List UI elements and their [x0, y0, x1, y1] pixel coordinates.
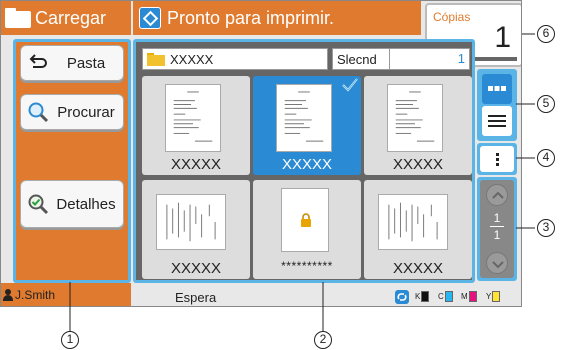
ink-level-c: C — [438, 291, 453, 302]
thumbnail-name: ********** — [281, 259, 333, 273]
status-bar: Espera K C M Y — [131, 287, 521, 306]
grid-view-icon — [488, 86, 506, 91]
printer-status-icon[interactable] — [139, 7, 161, 29]
view-mode-toggle — [477, 69, 517, 141]
job-thumbnail-locked[interactable]: ********** — [253, 180, 361, 279]
title-bar-left: Carregar — [1, 1, 131, 35]
search-button[interactable]: Procurar — [20, 94, 124, 130]
thumbnail-name: XXXXX — [392, 260, 444, 277]
callout-6: 6 — [537, 25, 555, 43]
callout-2: 2 — [314, 331, 332, 349]
callout-5: 5 — [537, 95, 555, 113]
document-preview — [378, 194, 448, 250]
current-page: 1 — [493, 211, 501, 225]
screen: Carregar Pronto para imprimir. Cópias 1 … — [0, 0, 522, 307]
thumbnail-name: XXXXX — [170, 260, 222, 277]
checkmark-icon — [342, 77, 358, 93]
screen-title: Carregar — [35, 7, 107, 28]
person-icon — [3, 289, 13, 301]
list-view-button[interactable] — [482, 106, 512, 136]
selected-count: Slecnd 1 — [332, 48, 470, 70]
document-preview — [387, 84, 443, 152]
list-view-icon — [488, 115, 506, 127]
selected-count-label: Slecnd — [337, 52, 377, 67]
back-arrow-icon — [27, 52, 49, 74]
printer-state: Espera — [175, 290, 217, 305]
folder-icon — [5, 8, 31, 28]
folder-button-label: Pasta — [66, 54, 106, 72]
document-preview — [276, 84, 332, 152]
more-menu-area — [477, 143, 517, 175]
pagination-area: 1 1 — [477, 177, 517, 281]
page-indicator: 1 1 — [480, 210, 514, 243]
chevron-up-icon — [492, 191, 504, 199]
dot — [495, 162, 499, 166]
lock-icon — [300, 213, 312, 227]
copies-value: 1 — [494, 21, 511, 54]
ink-level-k: K — [415, 291, 430, 302]
thumbnail-name: XXXXX — [392, 156, 444, 173]
selected-count-value: 1 — [389, 49, 469, 69]
job-thumbnail-selected[interactable]: XXXXX — [253, 76, 361, 175]
magnifier-icon — [27, 101, 49, 123]
document-preview — [281, 188, 329, 252]
job-thumbnail[interactable]: XXXXX — [142, 76, 250, 175]
dot — [495, 152, 499, 156]
chevron-down-icon — [492, 261, 504, 269]
folder-path: XXXXX — [142, 48, 328, 70]
page-up-button[interactable] — [486, 184, 508, 206]
callout-4: 4 — [537, 149, 555, 167]
callout-1: 1 — [61, 331, 79, 349]
thumbnail-view-button[interactable] — [482, 74, 512, 104]
status-message: Pronto para imprimir. — [167, 7, 335, 28]
thumbnail-name: XXXXX — [170, 156, 222, 173]
left-button-panel: Pasta Procurar Detalhes — [13, 39, 131, 283]
more-menu-button[interactable] — [480, 146, 514, 172]
details-button[interactable]: Detalhes — [20, 180, 124, 228]
job-thumbnail[interactable]: XXXXX — [142, 180, 250, 279]
copies-label: Cópias — [433, 10, 471, 24]
status-message-bar: Pronto para imprimir. — [133, 1, 421, 35]
search-button-label: Procurar — [57, 103, 115, 121]
callout-3: 3 — [537, 219, 555, 237]
folder-icon — [147, 52, 165, 66]
page-down-button[interactable] — [486, 252, 508, 274]
dot — [495, 157, 499, 161]
user-name: J.Smith — [15, 288, 56, 302]
user-indicator: J.Smith — [3, 288, 55, 302]
folder-name: XXXXX — [170, 51, 214, 67]
file-browser-panel: XXXXX Slecnd 1 XXXXX XXXXX XXXXX XXXXX *… — [133, 39, 475, 283]
link-icon — [395, 290, 409, 304]
ink-level-y: Y — [486, 291, 501, 302]
document-preview — [165, 84, 221, 152]
pagination-control: 1 1 — [480, 180, 514, 278]
document-preview — [156, 194, 226, 250]
job-thumbnail[interactable]: XXXXX — [364, 180, 472, 279]
thumbnail-name: XXXXX — [281, 156, 333, 173]
ink-level-m: M — [461, 291, 477, 302]
magnifier-check-icon — [27, 193, 49, 215]
job-thumbnail[interactable]: XXXXX — [364, 76, 472, 175]
details-button-label: Detalhes — [56, 195, 116, 213]
folder-button[interactable]: Pasta — [20, 45, 124, 81]
total-pages: 1 — [493, 228, 501, 242]
